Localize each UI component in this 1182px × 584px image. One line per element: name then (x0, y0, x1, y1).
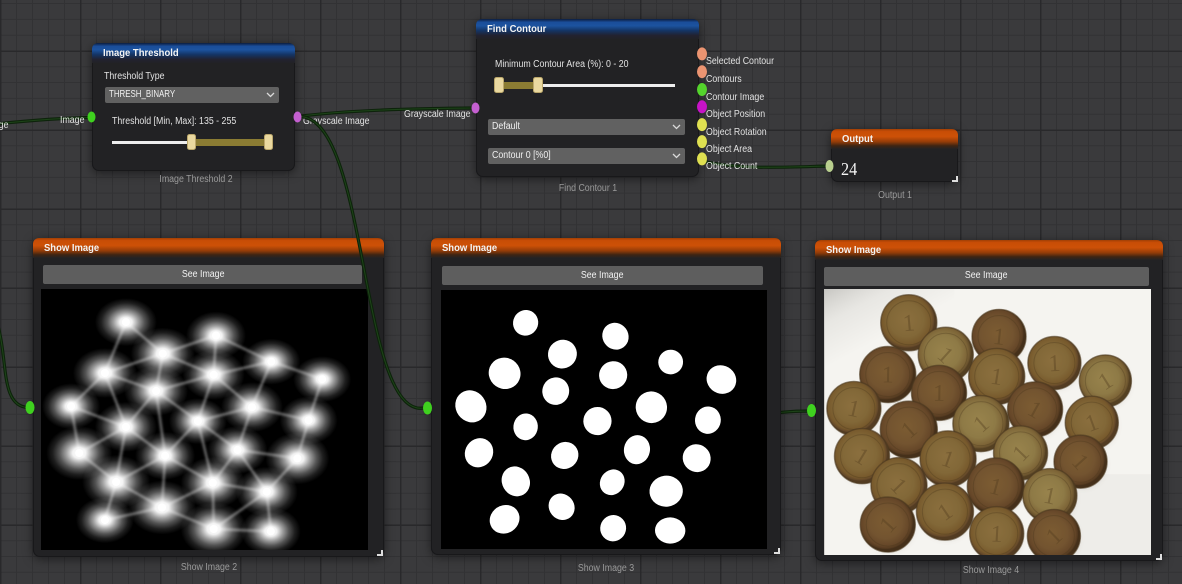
svg-text:1: 1 (901, 311, 915, 338)
svg-text:1: 1 (989, 522, 1002, 549)
svg-text:1: 1 (881, 363, 893, 389)
svg-text:1: 1 (932, 381, 944, 407)
svg-text:1: 1 (1047, 351, 1060, 378)
